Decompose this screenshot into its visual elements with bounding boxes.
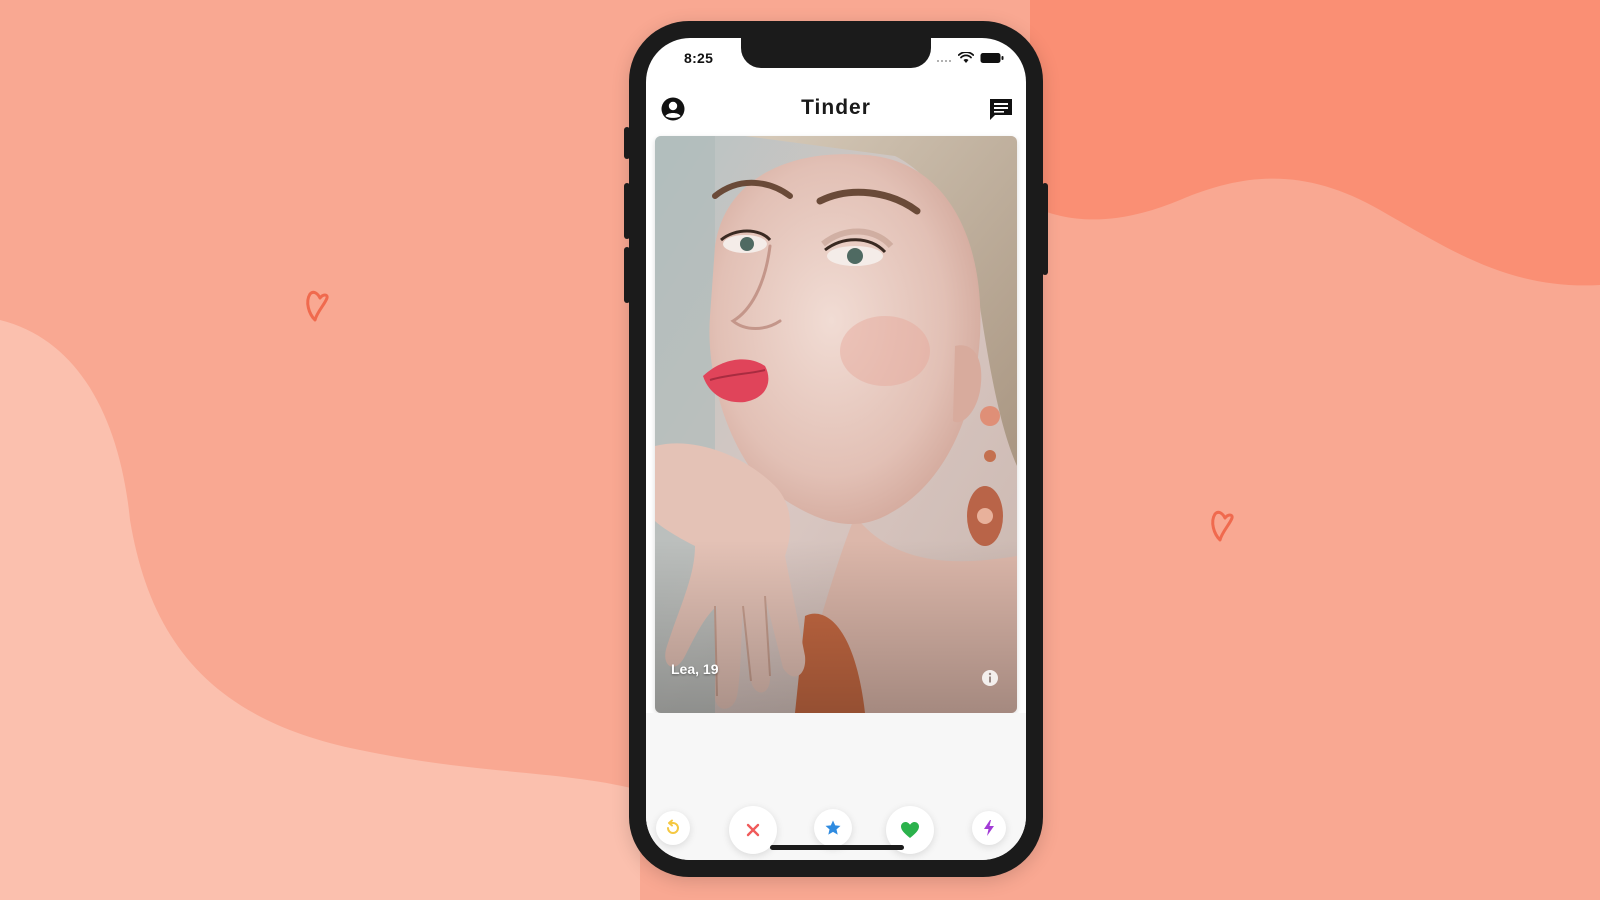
profile-card[interactable]: Lea, 19 [655,136,1017,713]
volume-down-button [624,247,630,303]
app-header: Tinder [646,88,1026,128]
status-time: 8:25 [684,50,714,66]
profile-name-age: Lea, 19 [671,661,719,677]
phone-screen: 8:25 Tinder Lea, 19 [646,38,1026,860]
notch [741,38,931,68]
star-icon [825,820,841,835]
action-buttons [646,806,1026,858]
profile-photo [655,136,1017,713]
close-icon [746,823,760,837]
status-icons [936,52,1004,64]
heart-icon [901,822,919,838]
phone-frame: 8:25 Tinder Lea, 19 [624,21,1048,877]
chat-icon[interactable] [988,97,1014,121]
boost-button[interactable] [972,811,1006,845]
app-title: Tinder [801,96,871,119]
battery-icon [980,53,1004,63]
home-indicator[interactable] [770,845,904,850]
wifi-icon [958,52,974,63]
heart-decoration-left-icon [306,290,329,322]
mute-switch [624,127,630,159]
info-icon[interactable] [981,669,999,687]
rewind-icon [667,819,679,834]
lightning-icon [984,820,994,836]
rewind-button[interactable] [656,811,690,845]
heart-decoration-right-icon [1211,510,1234,542]
power-button [1042,183,1048,275]
super-like-button[interactable] [814,809,852,847]
signal-icon [937,60,951,62]
volume-up-button [624,183,630,239]
